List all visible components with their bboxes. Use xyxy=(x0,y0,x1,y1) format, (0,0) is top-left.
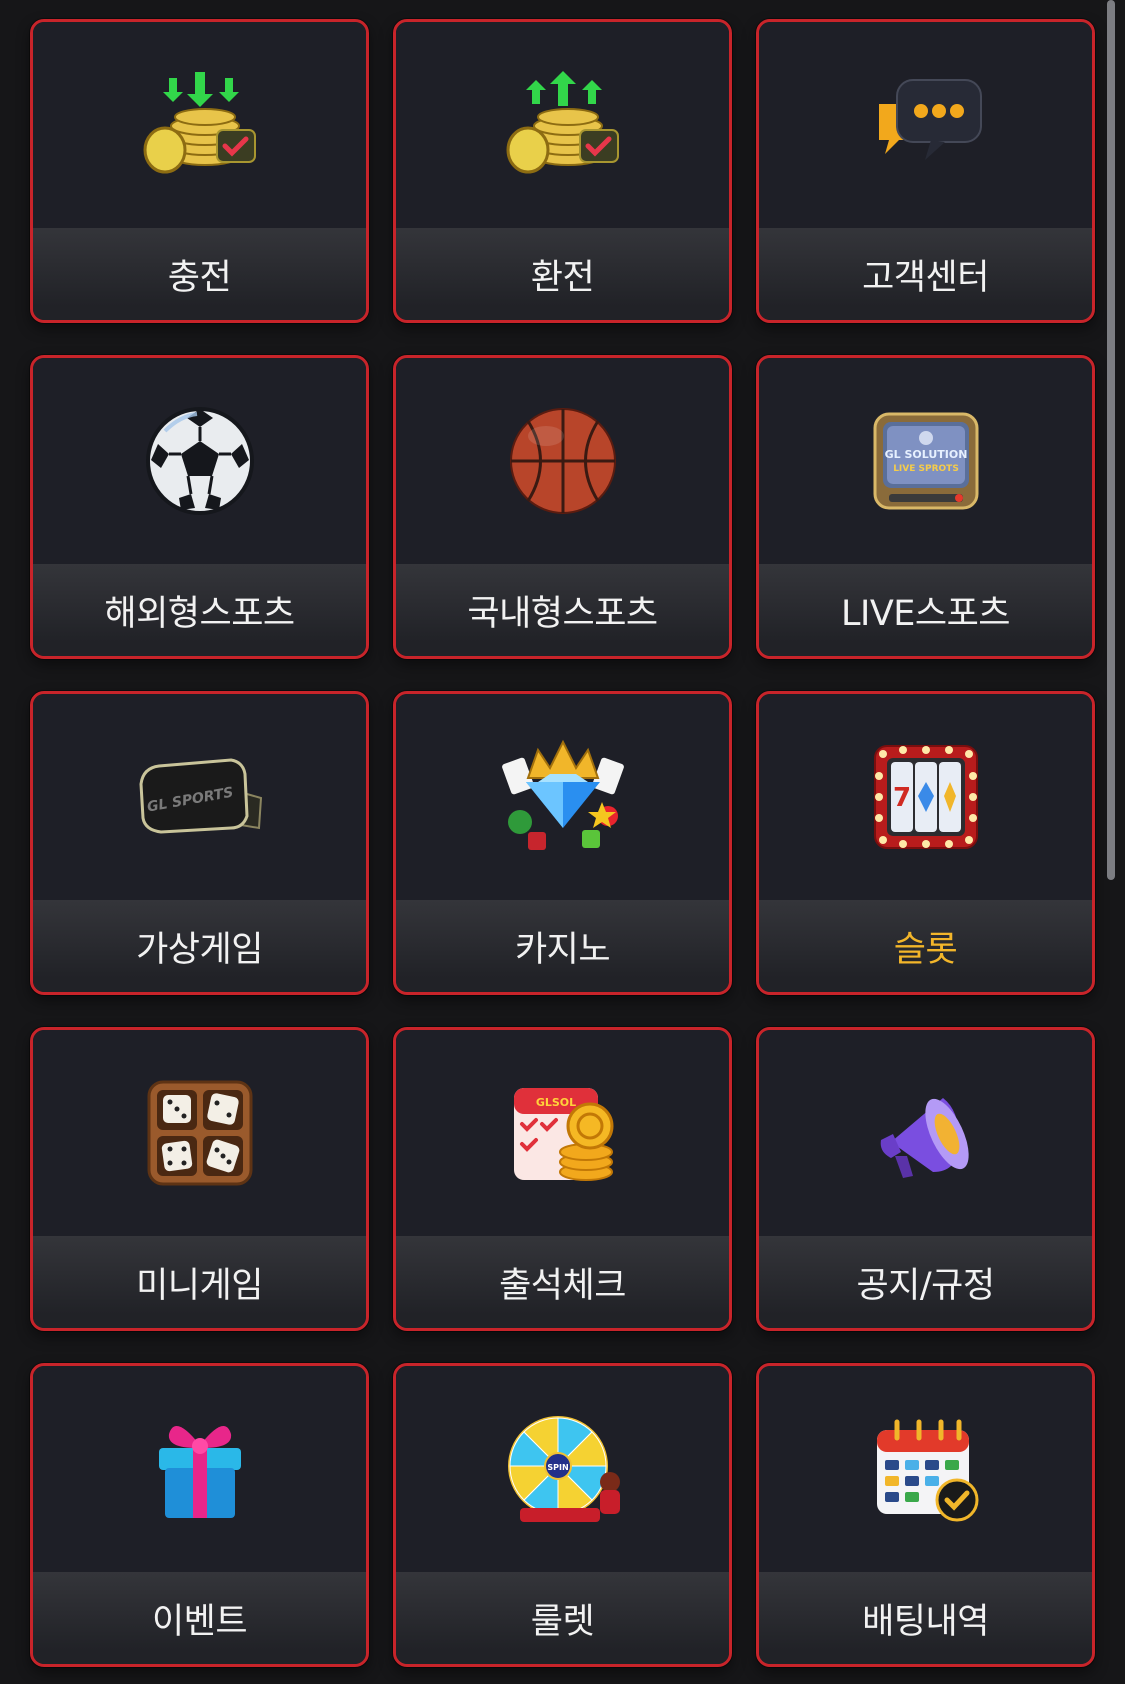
basketball-icon xyxy=(509,408,616,514)
menu-item-label: 해외형스포츠 xyxy=(33,564,366,656)
svg-text:GLSOL: GLSOL xyxy=(535,1096,575,1109)
vr-headset-icon: GL SPORTS xyxy=(138,758,262,834)
menu-item-live-sports[interactable]: GL SOLUTION LIVE SPROTS LIVE스포츠 xyxy=(756,355,1095,659)
live-tv-icon: GL SOLUTION LIVE SPROTS xyxy=(873,412,978,510)
svg-text:7: 7 xyxy=(892,783,910,813)
slot-machine-icon: 7 xyxy=(873,745,978,849)
menu-item-betting-history[interactable]: 배팅내역 xyxy=(756,1363,1095,1667)
coins-deposit-icon xyxy=(143,72,256,174)
menu-item-label: 룰렛 xyxy=(396,1572,729,1664)
menu-item-label: 충전 xyxy=(33,228,366,320)
dice-box-icon xyxy=(147,1080,252,1186)
menu-item-notice-rules[interactable]: 공지/규정 xyxy=(756,1027,1095,1331)
menu-item-deposit[interactable]: 충전 xyxy=(30,19,369,323)
menu-item-customer-center[interactable]: 고객센터 xyxy=(756,19,1095,323)
betting-calendar-icon xyxy=(876,1419,978,1522)
megaphone-icon xyxy=(880,1098,969,1178)
menu-item-withdraw[interactable]: 환전 xyxy=(393,19,732,323)
menu-item-domestic-sports[interactable]: 국내형스포츠 xyxy=(393,355,732,659)
menu-item-mini-game[interactable]: 미니게임 xyxy=(30,1027,369,1331)
soccer-ball-icon xyxy=(145,407,254,515)
menu-item-label: 환전 xyxy=(396,228,729,320)
menu-item-label: 슬롯 xyxy=(759,900,1092,992)
menu-item-overseas-sports[interactable]: 해외형스포츠 xyxy=(30,355,369,659)
menu-grid: 충전 환전 고객센터 해외형스포츠 국내형스포츠 GL SOLUTION LIV… xyxy=(30,19,1096,1667)
menu-item-casino[interactable]: 카지노 xyxy=(393,691,732,995)
scrollbar[interactable] xyxy=(1107,0,1115,880)
svg-text:LIVE SPROTS: LIVE SPROTS xyxy=(893,464,959,474)
menu-item-virtual-game[interactable]: GL SPORTS 가상게임 xyxy=(30,691,369,995)
menu-item-event[interactable]: 이벤트 xyxy=(30,1363,369,1667)
menu-item-slot[interactable]: 7 슬롯 xyxy=(756,691,1095,995)
attendance-calendar-icon: GLSOL xyxy=(513,1088,613,1181)
gift-box-icon xyxy=(158,1426,241,1518)
menu-item-roulette[interactable]: SPIN 룰렛 xyxy=(393,1363,732,1667)
menu-item-label: 고객센터 xyxy=(759,228,1092,320)
svg-text:SPIN: SPIN xyxy=(547,1463,568,1472)
casino-crown-diamond-icon xyxy=(501,739,624,850)
menu-item-label: 출석체크 xyxy=(396,1236,729,1328)
chat-bubble-icon xyxy=(878,79,982,160)
svg-text:GL SOLUTION: GL SOLUTION xyxy=(884,448,967,461)
menu-item-label: 국내형스포츠 xyxy=(396,564,729,656)
roulette-wheel-icon: SPIN xyxy=(507,1416,620,1522)
menu-item-label: 미니게임 xyxy=(33,1236,366,1328)
menu-item-label: 이벤트 xyxy=(33,1572,366,1664)
menu-item-label: 배팅내역 xyxy=(759,1572,1092,1664)
menu-item-label: 카지노 xyxy=(396,900,729,992)
coins-withdraw-icon xyxy=(506,71,619,174)
menu-item-label: 공지/규정 xyxy=(759,1236,1092,1328)
menu-item-attendance[interactable]: GLSOL 출석체크 xyxy=(393,1027,732,1331)
menu-item-label: 가상게임 xyxy=(33,900,366,992)
menu-item-label: LIVE스포츠 xyxy=(759,564,1092,656)
